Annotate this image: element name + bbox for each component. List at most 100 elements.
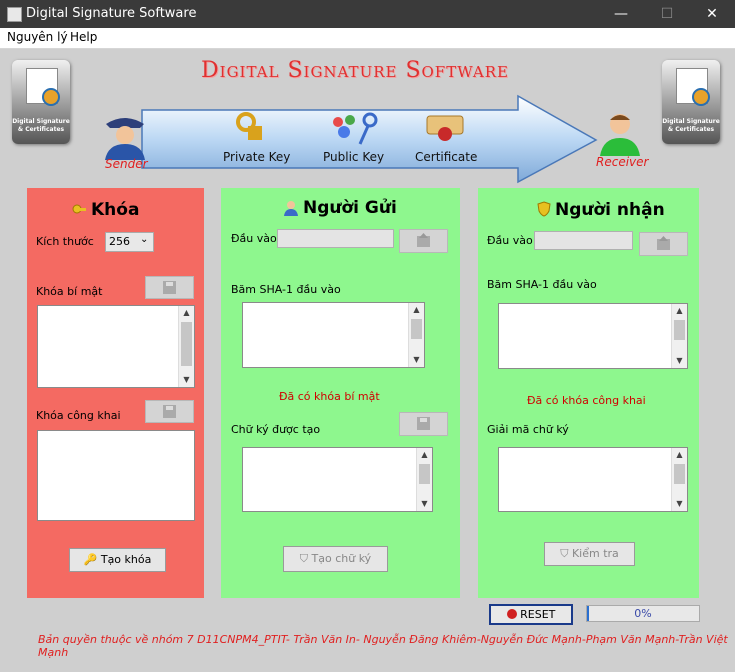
scrollbar[interactable]: ▲ ▼ <box>671 304 687 368</box>
public-key-field-label: Khóa công khai <box>36 409 121 422</box>
receiver-person-icon <box>600 114 640 156</box>
receiver-open-file-button[interactable] <box>639 232 688 256</box>
receiver-status: Đã có khóa công khai <box>527 394 646 407</box>
receiver-hash-textarea[interactable]: ▲ ▼ <box>498 303 688 369</box>
scrollbar[interactable]: ▲ ▼ <box>178 306 194 387</box>
receiver-panel-title: Người nhận <box>555 200 665 220</box>
certificate-icon <box>426 115 464 141</box>
receiver-decrypt-textarea[interactable]: ▲ ▼ <box>498 447 688 512</box>
progress-text: 0% <box>634 607 652 620</box>
scroll-down-icon[interactable]: ▼ <box>672 354 687 368</box>
scroll-up-icon[interactable]: ▲ <box>179 306 194 320</box>
sender-input-field[interactable] <box>277 229 394 248</box>
window-title-bar: Digital Signature Software — ☐ ✕ <box>0 0 735 28</box>
create-signature-button[interactable]: ⛉ Tạo chữ ký <box>283 546 388 572</box>
private-key-field-label: Khóa bí mật <box>36 285 103 298</box>
private-key-textarea[interactable]: ▲ ▼ <box>37 305 195 388</box>
create-signature-label: Tạo chữ ký <box>311 552 372 565</box>
save-icon <box>163 405 176 418</box>
sender-signature-label: Chữ ký được tạo <box>231 423 321 436</box>
public-key-textarea[interactable] <box>37 430 195 521</box>
upload-icon <box>417 233 430 247</box>
receiver-panel: Người nhận Đầu vào Băm SHA-1 đầu vào ▲ ▼… <box>478 188 699 598</box>
menu-help[interactable]: Help <box>70 30 97 44</box>
scroll-thumb[interactable] <box>411 319 422 339</box>
scroll-up-icon[interactable]: ▲ <box>672 304 687 318</box>
private-key-label: Private Key <box>223 150 291 164</box>
receiver-decrypt-label: Giải mã chữ ký <box>487 423 569 436</box>
sender-signature-textarea[interactable]: ▲ ▼ <box>242 447 433 512</box>
generate-key-button[interactable]: 🔑 Tạo khóa <box>69 548 166 572</box>
scroll-down-icon[interactable]: ▼ <box>409 353 424 367</box>
window-title: Digital Signature Software <box>26 6 197 21</box>
save-public-key-button[interactable] <box>145 400 194 423</box>
sender-person-icon <box>105 118 145 160</box>
scrollbar[interactable]: ▲ ▼ <box>408 303 424 367</box>
sender-save-signature-button[interactable] <box>399 412 448 436</box>
public-key-icon <box>333 112 378 145</box>
sender-input-label: Đầu vào <box>231 232 277 245</box>
java-app-icon <box>7 7 22 22</box>
verify-shield-icon <box>537 201 551 217</box>
sender-open-file-button[interactable] <box>399 229 448 253</box>
certificate-icon-right: Digital Signature & Certificates <box>662 60 720 144</box>
sender-panel: Người Gửi Đầu vào Băm SHA-1 đầu vào ▲ ▼ … <box>221 188 460 598</box>
scroll-down-icon[interactable]: ▼ <box>179 373 194 387</box>
progress-bar: 0% <box>586 605 700 622</box>
key-generate-icon: 🔑 <box>83 553 98 566</box>
save-icon <box>163 281 176 294</box>
sender-user-icon <box>284 201 298 216</box>
minimize-button[interactable]: — <box>598 0 644 28</box>
save-private-key-button[interactable] <box>145 276 194 299</box>
public-key-label: Public Key <box>323 150 385 164</box>
scroll-thumb[interactable] <box>674 464 685 484</box>
certificate-icon-label: Digital Signature & Certificates <box>662 118 720 133</box>
receiver-input-label: Đầu vào <box>487 234 533 247</box>
key-icon <box>71 201 87 217</box>
reset-icon <box>506 609 517 619</box>
key-panel-title: Khóa <box>91 200 140 220</box>
sender-status: Đã có khóa bí mật <box>279 390 380 403</box>
chevron-down-icon: ⌄ <box>140 234 149 245</box>
scroll-down-icon[interactable]: ▼ <box>417 497 432 511</box>
reset-button[interactable]: RESET <box>489 604 573 625</box>
scroll-up-icon[interactable]: ▲ <box>417 448 432 462</box>
menu-nguyen-ly[interactable]: Nguyên lý <box>7 30 68 44</box>
key-size-select[interactable]: 256 ⌄ <box>105 232 154 252</box>
sender-hash-label: Băm SHA-1 đầu vào <box>231 283 341 296</box>
app-banner-title: Digital Signature Software <box>201 58 509 83</box>
scroll-up-icon[interactable]: ▲ <box>409 303 424 317</box>
close-button[interactable]: ✕ <box>689 0 735 28</box>
maximize-button[interactable]: ☐ <box>644 0 690 28</box>
copyright-text: Bản quyền thuộc về nhóm 7 D11CNPM4_PTIT-… <box>38 633 728 659</box>
verify-button-label: Kiểm tra <box>571 547 619 560</box>
save-icon <box>417 417 430 430</box>
sender-panel-title: Người Gửi <box>303 198 397 218</box>
scroll-down-icon[interactable]: ▼ <box>672 497 687 511</box>
scroll-thumb[interactable] <box>181 322 192 366</box>
scrollbar[interactable]: ▲ ▼ <box>671 448 687 511</box>
reset-button-label: RESET <box>520 608 556 621</box>
certificate-icon-label: Digital Signature & Certificates <box>12 118 70 133</box>
private-key-icon <box>236 112 262 140</box>
key-size-value: 256 <box>109 235 130 248</box>
sender-label: Sender <box>105 157 148 171</box>
receiver-label: Receiver <box>596 155 649 169</box>
menu-bar: Nguyên lý Help <box>0 28 735 49</box>
certificate-label: Certificate <box>415 150 478 164</box>
key-size-label: Kích thước <box>36 235 94 248</box>
sender-hash-textarea[interactable]: ▲ ▼ <box>242 302 425 368</box>
verify-button[interactable]: ⛉ Kiểm tra <box>544 542 635 566</box>
key-panel: Khóa Kích thước 256 ⌄ Khóa bí mật ▲ ▼ Kh… <box>27 188 204 598</box>
scroll-up-icon[interactable]: ▲ <box>672 448 687 462</box>
generate-key-label: Tạo khóa <box>100 553 152 566</box>
shield-icon: ⛉ <box>299 552 309 565</box>
certificate-icon-left: Digital Signature & Certificates <box>12 60 70 144</box>
shield-icon: ⛉ <box>560 547 569 560</box>
upload-icon <box>657 236 670 250</box>
receiver-hash-label: Băm SHA-1 đầu vào <box>487 278 597 291</box>
scroll-thumb[interactable] <box>419 464 430 484</box>
receiver-input-field[interactable] <box>534 231 633 250</box>
scroll-thumb[interactable] <box>674 320 685 340</box>
scrollbar[interactable]: ▲ ▼ <box>416 448 432 511</box>
